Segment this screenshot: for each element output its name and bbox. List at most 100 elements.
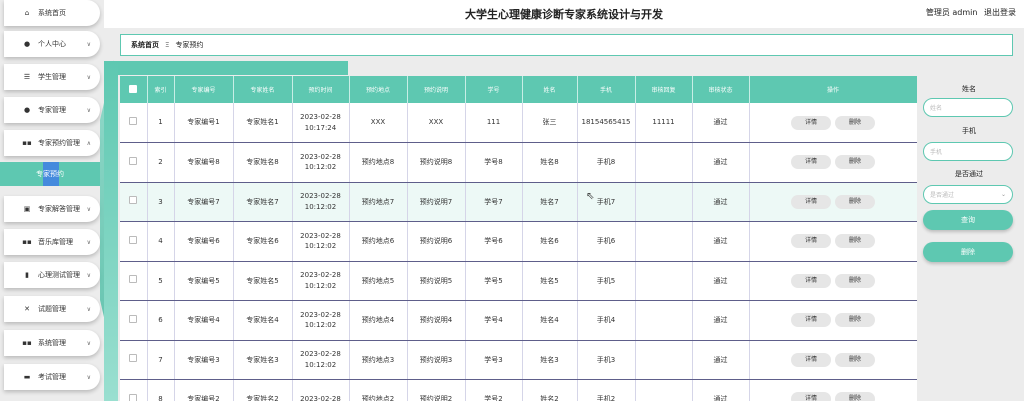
user-name: 管理员 admin xyxy=(925,8,978,17)
column-header: 学号 xyxy=(465,76,523,103)
chevron-up-icon: ∧ xyxy=(86,139,91,147)
sidebar-item[interactable]: ▬ 考试管理 ∨ xyxy=(4,364,100,390)
table-cell: 通过 xyxy=(692,221,750,262)
table-cell: 4 xyxy=(147,221,175,262)
mouse-cursor-icon: ⇖ xyxy=(586,191,595,202)
chevron-down-icon: ⌄ xyxy=(1000,191,1006,198)
table-row: 4 专家编号6 专家姓名6 2023-02-28 10:12:02 预约地点6 预约说明6… xyxy=(120,221,917,262)
sidebar-item[interactable]: ▣ 专家解答管理 ∨ xyxy=(4,196,100,222)
table-cell: 预约地点8 xyxy=(349,142,408,183)
table-cell: 预约地点3 xyxy=(349,340,408,380)
sidebar-item[interactable]: ▪▪ 专家预约管理 ∧ xyxy=(4,130,100,156)
column-header: 预约地点 xyxy=(349,76,408,103)
table-cell: 通过 xyxy=(692,261,750,301)
user-icon: ● xyxy=(23,106,31,114)
sidebar-item-label: 专家解答管理 xyxy=(38,205,80,213)
chevron-down-icon: ∨ xyxy=(86,205,91,213)
delete-button[interactable]: 删除 xyxy=(835,115,875,130)
delete-button[interactable]: 删除 xyxy=(835,194,875,209)
sidebar-item[interactable]: ● 专家管理 ∨ xyxy=(4,97,100,123)
table-cell xyxy=(635,261,693,301)
table-cell: 预约地点2 xyxy=(349,379,408,401)
sidebar-item[interactable]: ☰ 学生管理 ∨ xyxy=(4,64,100,90)
sidebar-item[interactable]: ▪▪ 系统管理 ∨ xyxy=(4,330,100,356)
row-checkbox[interactable] xyxy=(120,379,148,401)
sidebar-item[interactable]: ✕ 试题管理 ∨ xyxy=(4,296,100,322)
row-checkbox[interactable] xyxy=(120,221,148,262)
sidebar-item-label: 系统管理 xyxy=(38,339,66,347)
user-icon: ● xyxy=(23,40,31,48)
chevron-down-icon: ∨ xyxy=(86,373,91,381)
shuffle-icon: ✕ xyxy=(24,305,30,313)
logout-link[interactable]: 退出登录 xyxy=(984,8,1016,17)
table-cell: 专家编号7 xyxy=(174,182,234,222)
delete-button[interactable]: 删除 xyxy=(835,155,875,170)
row-actions: 详情 删除 xyxy=(749,379,917,401)
sidebar-subitem-active[interactable]: 专家预约 xyxy=(0,162,100,186)
detail-button[interactable]: 详情 xyxy=(791,392,831,401)
sidebar-item[interactable]: ▪▪ 音乐库管理 ∨ xyxy=(4,229,100,255)
table-cell: 7 xyxy=(147,340,175,380)
phone-input[interactable]: 手机 xyxy=(923,142,1013,161)
column-header: 审核回复 xyxy=(635,76,693,103)
delete-selected-button[interactable]: 删除 xyxy=(923,242,1013,262)
sidebar-item-label: 系统首页 xyxy=(38,9,66,17)
chevron-down-icon: ∨ xyxy=(86,305,91,313)
table-cell: XXX xyxy=(349,103,408,143)
sidebar: ⌂ 系统首页 ● 个人中心 ∨ ☰ 学生管理 ∨ ● 专家管理 ∨ ▪▪ 专家预约管理 ∧ ▣ 专家解答管理 ∨… xyxy=(0,0,103,401)
table-cell: 预约说明5 xyxy=(407,261,466,301)
row-actions: 详情 删除 xyxy=(749,300,917,341)
detail-button[interactable]: 详情 xyxy=(791,352,831,367)
table-cell: 2 xyxy=(147,142,175,183)
table-cell: 专家姓名3 xyxy=(233,340,293,380)
query-button[interactable]: 查询 xyxy=(923,210,1013,230)
name-label: 姓名 xyxy=(962,85,976,93)
row-checkbox[interactable] xyxy=(120,300,148,341)
passed-select[interactable]: 是否通过 ⌄ xyxy=(923,185,1013,204)
detail-button[interactable]: 详情 xyxy=(791,155,831,170)
table-row: 6 专家编号4 专家姓名4 2023-02-28 10:12:02 预约地点4 预约说明4… xyxy=(120,300,917,341)
delete-button[interactable]: 删除 xyxy=(835,273,875,288)
table-cell: 3 xyxy=(147,182,175,222)
sidebar-item-label: 考试管理 xyxy=(38,373,66,381)
home-icon: ⌂ xyxy=(24,9,30,17)
sidebar-item[interactable]: ⌂ 系统首页 xyxy=(4,0,100,26)
delete-button[interactable]: 删除 xyxy=(835,313,875,328)
column-header: 专家编号 xyxy=(174,76,234,103)
sidebar-item-label: 心理测试管理 xyxy=(38,271,80,279)
table-cell: 2023-02-28 10:12:02 xyxy=(292,221,350,262)
row-checkbox[interactable] xyxy=(120,261,148,301)
breadcrumb-home[interactable]: 系统首页 xyxy=(131,40,159,50)
select-all-checkbox[interactable] xyxy=(120,76,148,103)
table-cell: 姓名3 xyxy=(522,340,578,380)
table-cell: 通过 xyxy=(692,182,750,222)
row-checkbox[interactable] xyxy=(120,340,148,380)
detail-button[interactable]: 详情 xyxy=(791,273,831,288)
table-cell: 姓名5 xyxy=(522,261,578,301)
sidebar-item[interactable]: ▮ 心理测试管理 ∨ xyxy=(4,262,100,288)
sidebar-item[interactable]: ● 个人中心 ∨ xyxy=(4,31,100,57)
table-cell: 5 xyxy=(147,261,175,301)
table-cell: 手机6 xyxy=(577,221,636,262)
grid-icon: ▪▪ xyxy=(22,139,32,147)
detail-button[interactable]: 详情 xyxy=(791,313,831,328)
table-cell: 通过 xyxy=(692,103,750,143)
column-header: 审核状态 xyxy=(692,76,750,103)
table-cell: 2023-02-28 10:12:02 xyxy=(292,261,350,301)
detail-button[interactable]: 详情 xyxy=(791,234,831,249)
table-cell: XXX xyxy=(407,103,466,143)
name-input[interactable]: 姓名 xyxy=(923,98,1013,117)
table-cell: 专家姓名4 xyxy=(233,300,293,341)
detail-button[interactable]: 详情 xyxy=(791,115,831,130)
detail-button[interactable]: 详情 xyxy=(791,194,831,209)
table-cell: 专家姓名5 xyxy=(233,261,293,301)
delete-button[interactable]: 删除 xyxy=(835,392,875,401)
breadcrumb-separator-icon: Ξ xyxy=(165,41,170,49)
delete-button[interactable]: 删除 xyxy=(835,234,875,249)
delete-button[interactable]: 删除 xyxy=(835,352,875,367)
row-checkbox[interactable] xyxy=(120,182,148,222)
table-cell: 111 xyxy=(465,103,523,143)
table-cell: 6 xyxy=(147,300,175,341)
row-checkbox[interactable] xyxy=(120,142,148,183)
row-checkbox[interactable] xyxy=(120,103,148,143)
